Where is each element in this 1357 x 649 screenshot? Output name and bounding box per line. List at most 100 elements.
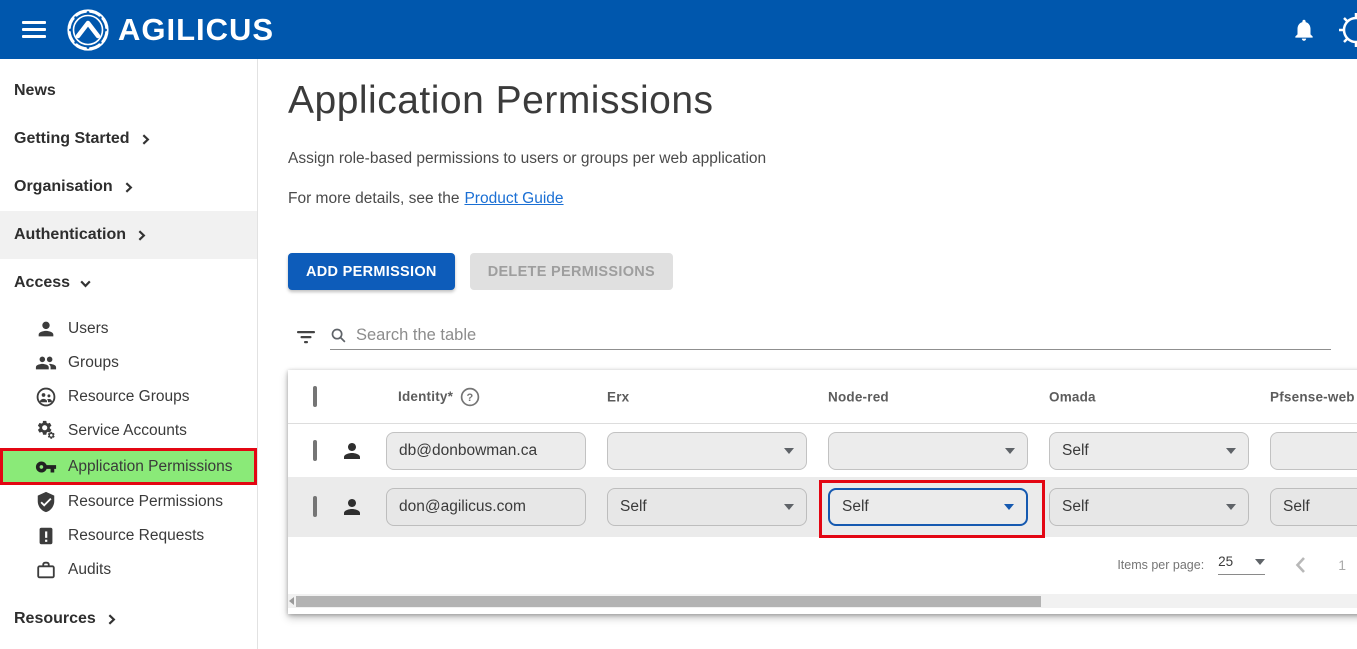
sidebar-item-label: Resource Groups xyxy=(68,388,189,406)
page-indicator: 1 xyxy=(1338,557,1346,573)
sidebar-item-label: News xyxy=(14,82,56,100)
access-submenu: Users Groups Resource Groups xyxy=(0,312,257,587)
sidebar-item-label: Service Accounts xyxy=(68,422,187,440)
product-guide-link[interactable]: Product Guide xyxy=(464,190,563,207)
hamburger-menu-icon[interactable] xyxy=(22,20,48,40)
sidebar: News Getting Started Organisation Authen… xyxy=(0,59,258,649)
page-title: Application Permissions xyxy=(288,79,714,123)
sidebar-item-label: Users xyxy=(68,320,108,338)
dropdown-caret-icon xyxy=(1226,504,1236,510)
chevron-right-icon xyxy=(135,229,148,242)
pfsense-web-role-dropdown[interactable]: Self xyxy=(1270,488,1357,526)
sidebar-item-label: Access xyxy=(14,274,70,292)
row-checkbox[interactable] xyxy=(313,496,317,517)
horizontal-scrollbar[interactable] xyxy=(288,594,1357,608)
pfsense-web-role-dropdown[interactable] xyxy=(1270,432,1357,470)
table-row: db@donbowman.ca Self xyxy=(288,424,1357,477)
identity-field[interactable]: don@agilicus.com xyxy=(386,488,586,526)
erx-role-dropdown[interactable] xyxy=(607,432,807,470)
node-red-role-dropdown[interactable] xyxy=(828,432,1028,470)
sidebar-item-authentication[interactable]: Authentication xyxy=(0,211,257,259)
omada-role-dropdown[interactable]: Self xyxy=(1049,488,1249,526)
request-alert-icon xyxy=(34,524,58,548)
search-icon xyxy=(330,327,347,344)
sidebar-item-getting-started[interactable]: Getting Started xyxy=(0,115,257,163)
items-per-page-select[interactable]: 25 xyxy=(1218,554,1265,575)
search-input[interactable] xyxy=(356,326,1331,345)
filter-icon[interactable] xyxy=(296,330,316,344)
table-row: don@agilicus.com Self Self Self Self xyxy=(288,477,1357,537)
sidebar-item-organisation[interactable]: Organisation xyxy=(0,163,257,211)
agilicus-logo-icon xyxy=(66,8,110,52)
omada-role-dropdown[interactable]: Self xyxy=(1049,432,1249,470)
sidebar-item-label: Resource Permissions xyxy=(68,493,223,511)
add-permission-button[interactable]: ADD PERMISSION xyxy=(288,253,455,290)
sidebar-item-service-accounts[interactable]: Service Accounts xyxy=(0,414,257,448)
sidebar-item-resource-permissions[interactable]: Resource Permissions xyxy=(0,485,257,519)
sidebar-item-application-permissions[interactable]: Application Permissions xyxy=(0,448,257,485)
agilicus-logo: AGILICUS xyxy=(66,8,274,52)
person-icon xyxy=(340,439,364,463)
items-per-page-label: Items per page: xyxy=(1117,558,1204,572)
sidebar-item-label: Organisation xyxy=(14,178,113,196)
identity-field[interactable]: db@donbowman.ca xyxy=(386,432,586,470)
sidebar-item-groups[interactable]: Groups xyxy=(0,346,257,380)
previous-page-icon[interactable] xyxy=(1295,556,1306,574)
dropdown-caret-icon xyxy=(784,448,794,454)
scrollbar-thumb[interactable] xyxy=(296,596,1041,607)
sidebar-item-label: Groups xyxy=(68,354,119,372)
brand-title: AGILICUS xyxy=(118,12,274,48)
details-line: For more details, see the Product Guide xyxy=(288,190,564,208)
helm-icon-partial[interactable] xyxy=(1338,12,1357,48)
details-prefix: For more details, see the xyxy=(288,190,459,207)
sidebar-item-access[interactable]: Access xyxy=(0,259,257,307)
dropdown-caret-icon xyxy=(784,504,794,510)
sidebar-item-label: Resource Requests xyxy=(68,527,204,545)
items-per-page-value: 25 xyxy=(1218,554,1233,569)
resource-groups-icon xyxy=(34,385,58,409)
sidebar-item-label: Audits xyxy=(68,561,111,579)
node-red-role-dropdown[interactable]: Self xyxy=(828,488,1028,526)
person-icon xyxy=(340,495,364,519)
sidebar-item-label: Getting Started xyxy=(14,130,130,148)
scroll-left-arrow-icon[interactable] xyxy=(289,597,294,605)
erx-role-dropdown[interactable]: Self xyxy=(607,488,807,526)
sidebar-item-label: Application Permissions xyxy=(68,458,233,476)
help-icon[interactable]: ? xyxy=(460,387,480,407)
select-all-checkbox[interactable] xyxy=(313,386,317,407)
dropdown-caret-icon xyxy=(1226,448,1236,454)
bell-icon[interactable] xyxy=(1291,17,1317,43)
page-subtitle: Assign role-based permissions to users o… xyxy=(288,150,766,168)
dropdown-caret-icon xyxy=(1004,504,1014,510)
briefcase-icon xyxy=(34,558,58,582)
permissions-table: Identity* ? Erx Node-red Omada Pfsense-w… xyxy=(288,370,1357,614)
chevron-right-icon xyxy=(139,133,152,146)
column-header-node-red: Node-red xyxy=(828,389,889,404)
column-header-identity: Identity* ? xyxy=(398,387,480,407)
column-header-erx: Erx xyxy=(607,389,629,404)
sidebar-item-resource-groups[interactable]: Resource Groups xyxy=(0,380,257,414)
sidebar-item-audits[interactable]: Audits xyxy=(0,553,257,587)
sidebar-item-resources[interactable]: Resources xyxy=(0,595,257,643)
row-checkbox[interactable] xyxy=(313,440,317,461)
sidebar-item-label: Resources xyxy=(14,610,96,628)
column-header-pfsense-web: Pfsense-web xyxy=(1270,389,1355,404)
paginator: Items per page: 25 1 xyxy=(1117,537,1346,592)
shield-check-icon xyxy=(34,490,58,514)
main-content: Application Permissions Assign role-base… xyxy=(259,59,1357,649)
topbar: AGILICUS xyxy=(0,0,1357,59)
svg-text:?: ? xyxy=(467,392,474,404)
people-icon xyxy=(34,351,58,375)
sidebar-item-label: Authentication xyxy=(14,226,126,244)
sidebar-item-news[interactable]: News xyxy=(0,67,257,115)
delete-permissions-button[interactable]: DELETE PERMISSIONS xyxy=(470,253,673,290)
key-icon xyxy=(34,455,58,479)
sidebar-item-users[interactable]: Users xyxy=(0,312,257,346)
dropdown-caret-icon xyxy=(1255,559,1265,565)
person-icon xyxy=(34,317,58,341)
table-search-row xyxy=(288,317,1331,350)
sidebar-item-resource-requests[interactable]: Resource Requests xyxy=(0,519,257,553)
column-header-omada: Omada xyxy=(1049,389,1096,404)
dropdown-caret-icon xyxy=(1005,448,1015,454)
chevron-down-icon xyxy=(79,277,92,290)
